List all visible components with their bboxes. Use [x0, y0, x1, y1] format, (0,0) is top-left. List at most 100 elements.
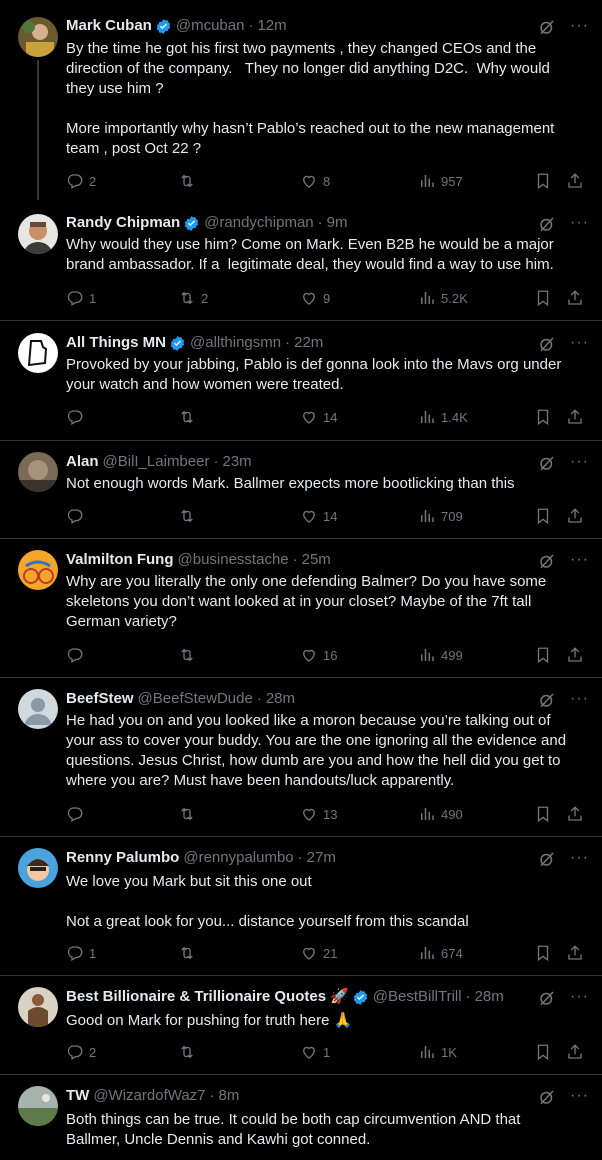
bookmark-button[interactable]: [534, 407, 552, 427]
reply-button[interactable]: 2: [66, 171, 96, 191]
more-icon[interactable]: ···: [570, 454, 588, 474]
author-handle[interactable]: @WizardofWaz7: [93, 1086, 205, 1106]
author-name[interactable]: Alan: [66, 452, 99, 472]
reply-button[interactable]: [66, 506, 89, 526]
bookmark-button[interactable]: [534, 506, 552, 526]
author-handle[interactable]: @allthingsmn: [190, 333, 281, 353]
author-handle[interactable]: @BeefStewDude: [138, 689, 253, 709]
tweet[interactable]: Mark Cuban @mcuban · 12m ··· By the time…: [0, 0, 602, 200]
tweet[interactable]: Renny Palumbo @rennypalumbo · 27m ··· We…: [0, 837, 602, 976]
more-icon[interactable]: ···: [570, 552, 588, 572]
avatar[interactable]: [18, 1086, 58, 1126]
avatar[interactable]: [18, 17, 58, 57]
author-handle[interactable]: @mcuban: [176, 16, 245, 36]
views-button[interactable]: 1.4K: [418, 407, 468, 427]
bookmark-button[interactable]: [534, 171, 552, 191]
views-button[interactable]: 957: [418, 171, 463, 191]
avatar[interactable]: [18, 214, 58, 254]
bookmark-button[interactable]: [534, 804, 552, 824]
bookmark-button[interactable]: [534, 943, 552, 963]
like-button[interactable]: 13: [300, 804, 337, 824]
author-name[interactable]: All Things MN: [66, 333, 166, 353]
tweet[interactable]: BeefStew @BeefStewDude · 28m ··· He had …: [0, 678, 602, 837]
tweet[interactable]: TW @WizardofWaz7 · 8m ··· Both things ca…: [0, 1075, 602, 1160]
grok-icon[interactable]: [538, 850, 556, 868]
bookmark-button[interactable]: [534, 288, 552, 308]
author-name[interactable]: Valmilton Fung: [66, 550, 174, 570]
views-button[interactable]: 1K: [418, 1042, 457, 1062]
retweet-button[interactable]: [178, 645, 201, 665]
retweet-button[interactable]: [178, 943, 201, 963]
timestamp[interactable]: 27m: [307, 848, 336, 868]
retweet-button[interactable]: [178, 804, 201, 824]
timestamp[interactable]: 23m: [222, 452, 251, 472]
share-button[interactable]: [566, 288, 584, 308]
share-button[interactable]: [566, 506, 584, 526]
share-button[interactable]: [566, 407, 584, 427]
like-button[interactable]: 1: [300, 1042, 330, 1062]
bookmark-button[interactable]: [534, 1042, 552, 1062]
tweet[interactable]: Best Billionaire & Trillionaire Quotes 🚀…: [0, 976, 602, 1075]
author-handle[interactable]: @businesstache: [178, 550, 289, 570]
bookmark-button[interactable]: [534, 645, 552, 665]
timestamp[interactable]: 8m: [219, 1086, 240, 1106]
grok-icon[interactable]: [538, 552, 556, 570]
views-button[interactable]: 709: [418, 506, 463, 526]
grok-icon[interactable]: [538, 335, 556, 353]
author-name[interactable]: BeefStew: [66, 689, 134, 709]
tweet[interactable]: Randy Chipman @randychipman · 9m ··· Why…: [0, 200, 602, 321]
share-button[interactable]: [566, 943, 584, 963]
more-icon[interactable]: ···: [570, 18, 588, 38]
share-button[interactable]: [566, 804, 584, 824]
avatar[interactable]: [18, 987, 58, 1027]
tweet[interactable]: All Things MN @allthingsmn · 22m ··· Pro…: [0, 321, 602, 441]
author-name[interactable]: Randy Chipman: [66, 213, 180, 233]
timestamp[interactable]: 28m: [475, 987, 504, 1007]
author-name[interactable]: TW: [66, 1086, 89, 1106]
reply-button[interactable]: [66, 804, 89, 824]
retweet-button[interactable]: [178, 1042, 201, 1062]
views-button[interactable]: 5.2K: [418, 288, 468, 308]
author-handle[interactable]: @randychipman: [204, 213, 313, 233]
avatar[interactable]: [18, 550, 58, 590]
like-button[interactable]: 14: [300, 407, 337, 427]
reply-button[interactable]: 2: [66, 1042, 96, 1062]
reply-button[interactable]: 1: [66, 943, 96, 963]
retweet-button[interactable]: [178, 171, 201, 191]
author-name[interactable]: Best Billionaire & Trillionaire Quotes: [66, 987, 326, 1007]
author-handle[interactable]: @BilI_Laimbeer: [103, 452, 210, 472]
author-handle[interactable]: @rennypalumbo: [183, 848, 293, 868]
grok-icon[interactable]: [538, 1088, 556, 1106]
more-icon[interactable]: ···: [570, 335, 588, 355]
share-button[interactable]: [566, 171, 584, 191]
reply-button[interactable]: [66, 407, 89, 427]
tweet[interactable]: Valmilton Fung @businesstache · 25m ··· …: [0, 539, 602, 678]
like-button[interactable]: 9: [300, 288, 330, 308]
timestamp[interactable]: 25m: [302, 550, 331, 570]
share-button[interactable]: [566, 645, 584, 665]
retweet-button[interactable]: [178, 506, 201, 526]
like-button[interactable]: 8: [300, 171, 330, 191]
more-icon[interactable]: ···: [570, 215, 588, 235]
tweet[interactable]: Alan @BilI_Laimbeer · 23m ··· Not enough…: [0, 441, 602, 539]
timestamp[interactable]: 22m: [294, 333, 323, 353]
avatar[interactable]: [18, 848, 58, 888]
views-button[interactable]: 499: [418, 645, 463, 665]
grok-icon[interactable]: [538, 215, 556, 233]
timestamp[interactable]: 9m: [327, 213, 348, 233]
avatar[interactable]: [18, 452, 58, 492]
like-button[interactable]: 21: [300, 943, 337, 963]
reply-button[interactable]: 1: [66, 288, 96, 308]
author-name[interactable]: Mark Cuban: [66, 16, 152, 36]
avatar[interactable]: [18, 689, 58, 729]
retweet-button[interactable]: 2: [178, 288, 208, 308]
more-icon[interactable]: ···: [570, 691, 588, 711]
share-button[interactable]: [566, 1042, 584, 1062]
like-button[interactable]: 14: [300, 506, 337, 526]
grok-icon[interactable]: [538, 18, 556, 36]
like-button[interactable]: 16: [300, 645, 337, 665]
more-icon[interactable]: ···: [570, 989, 588, 1009]
views-button[interactable]: 674: [418, 943, 463, 963]
grok-icon[interactable]: [538, 454, 556, 472]
author-handle[interactable]: @BestBillTrill: [373, 987, 462, 1007]
